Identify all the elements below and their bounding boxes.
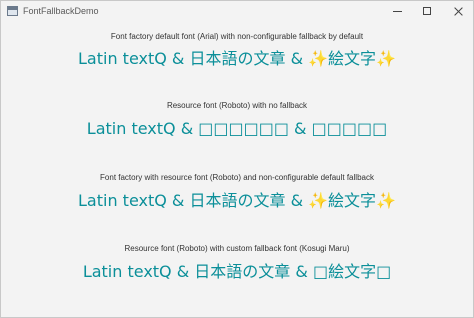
maximize-button[interactable] bbox=[413, 1, 443, 23]
maximize-icon bbox=[423, 7, 431, 15]
sample-text-arial-default: Latin textQ & 日本語の文章 & ✨絵文字✨ bbox=[78, 49, 396, 68]
window-app-icon bbox=[7, 6, 18, 16]
minimize-icon bbox=[393, 11, 402, 12]
section-caption-roboto-default-fallback: Font factory with resource font (Roboto)… bbox=[100, 173, 374, 182]
app-window: FontFallbackDemo Font factory default fo… bbox=[0, 0, 474, 318]
close-button[interactable] bbox=[443, 1, 473, 23]
sample-text-roboto-no-fallback: Latin textQ & □□□□□□ & □□□□□ bbox=[86, 119, 388, 138]
close-icon bbox=[453, 6, 464, 17]
minimize-button[interactable] bbox=[383, 1, 413, 23]
window-title: FontFallbackDemo bbox=[23, 6, 99, 16]
sample-text-roboto-custom-fallback: Latin textQ & 日本語の文章 & □絵文字□ bbox=[82, 262, 392, 281]
section-caption-roboto-custom-fallback: Resource font (Roboto) with custom fallb… bbox=[124, 244, 350, 253]
section-caption-roboto-no-fallback: Resource font (Roboto) with no fallback bbox=[166, 101, 308, 110]
section-caption-arial-default: Font factory default font (Arial) with n… bbox=[110, 32, 364, 41]
sample-text-roboto-default-fallback: Latin textQ & 日本語の文章 & ✨絵文字✨ bbox=[78, 191, 396, 210]
title-bar[interactable]: FontFallbackDemo bbox=[1, 1, 473, 23]
